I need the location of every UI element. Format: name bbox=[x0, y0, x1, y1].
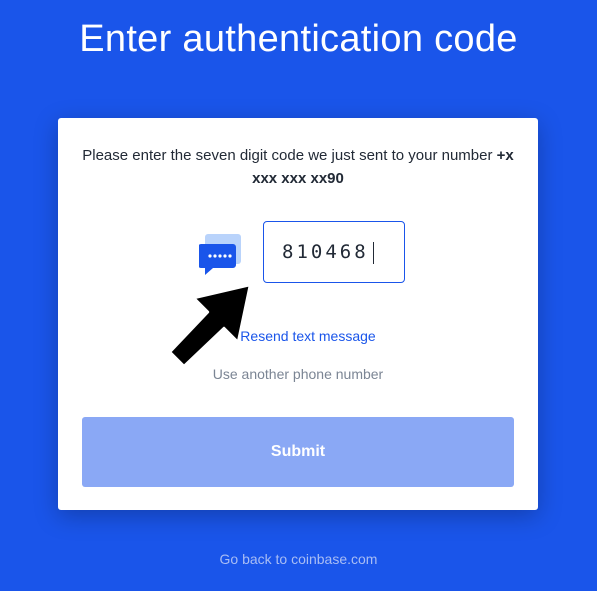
code-input[interactable] bbox=[263, 221, 405, 283]
submit-button[interactable]: Submit bbox=[82, 417, 514, 487]
go-back-link[interactable]: Go back to coinbase.com bbox=[0, 551, 597, 567]
text-caret bbox=[373, 242, 374, 264]
resend-text-message-link[interactable]: Resend text message bbox=[58, 328, 538, 344]
arrow-cursor-icon bbox=[168, 283, 252, 368]
sms-chat-icon bbox=[199, 234, 241, 275]
use-another-phone-link[interactable]: Use another phone number bbox=[58, 366, 538, 382]
auth-card: Please enter the seven digit code we jus… bbox=[58, 118, 538, 510]
page-title: Enter authentication code bbox=[79, 18, 518, 60]
instruction-text: Please enter the seven digit code we jus… bbox=[78, 144, 518, 190]
instruction-message: Please enter the seven digit code we jus… bbox=[82, 147, 493, 164]
